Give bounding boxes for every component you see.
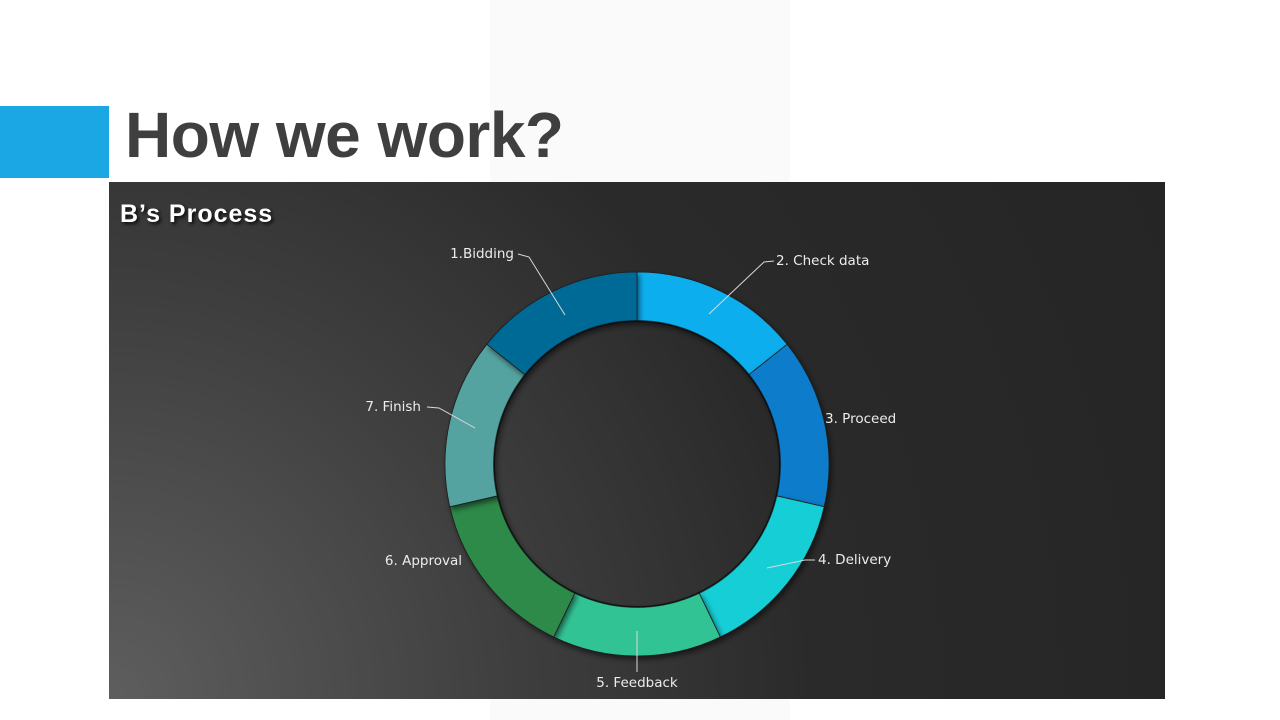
data-label-6: 6. Approval (385, 553, 462, 569)
donut-slice-3 (748, 343, 830, 508)
slide: How we work? 1.Bidding 2. Check data 3. Pr… (0, 0, 1280, 720)
chart-panel: 1.Bidding 2. Check data 3. Proceed 4. Deliv… (109, 182, 1165, 699)
donut-inner-rim (493, 320, 781, 608)
donut-slice-7 (444, 343, 526, 508)
data-label-4: 4. Delivery (818, 552, 891, 568)
data-label-7: 7. Finish (365, 399, 421, 415)
donut-chart: 1.Bidding 2. Check data 3. Proceed 4. Deliv… (365, 246, 896, 691)
title-accent-bar (0, 106, 109, 178)
donut-slice-6 (449, 495, 576, 638)
chart-title: B’s Process (120, 200, 274, 228)
slide-title: How we work? (125, 99, 564, 171)
data-label-1: 1.Bidding (450, 246, 514, 262)
donut-slice-4 (698, 495, 825, 638)
data-label-5: 5. Feedback (596, 675, 678, 691)
data-label-2: 2. Check data (776, 253, 869, 269)
data-label-3: 3. Proceed (825, 411, 896, 427)
